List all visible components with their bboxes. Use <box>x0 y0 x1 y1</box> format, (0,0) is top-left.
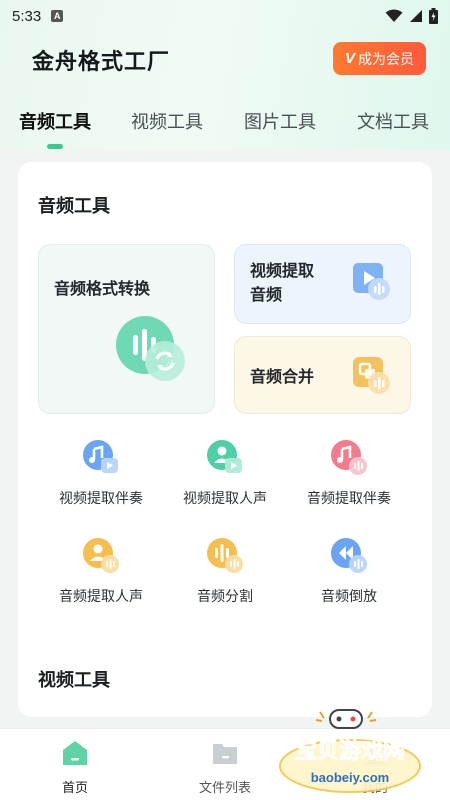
video-vocal-icon <box>207 440 242 473</box>
video-extract-audio-tile[interactable]: 视频提取 音频 <box>234 244 411 324</box>
video-section-title: 视频工具 <box>38 670 110 691</box>
watermark-url: baobeiy.com <box>311 770 390 785</box>
signal-icon <box>410 10 422 22</box>
audio-extract-accompaniment-item[interactable]: 音频提取伴奏 <box>284 438 414 508</box>
audio-section-title: 音频工具 <box>38 196 110 217</box>
become-member-button[interactable]: V 成为会员 <box>333 42 426 75</box>
audio-merge-tile[interactable]: 音频合并 <box>234 336 411 414</box>
audio-merge-label: 音频合并 <box>250 367 315 386</box>
vip-v-icon: V <box>344 50 355 67</box>
video-extract-audio-icon <box>353 263 390 300</box>
video-extract-audio-label-2: 音频 <box>250 285 283 304</box>
audio-split-icon <box>207 538 243 573</box>
video-extract-accompaniment-label: 视频提取伴奏 <box>59 491 143 507</box>
audio-split-label: 音频分割 <box>197 589 253 605</box>
tab-audio-tools[interactable]: 音频工具 <box>19 108 91 134</box>
video-extract-vocal-item[interactable]: 视频提取人声 <box>160 438 290 508</box>
watermark-text: 宝贝游戏网 <box>295 738 405 764</box>
app-title: 金舟格式工厂 <box>32 50 171 75</box>
notification-a-icon: A <box>51 10 64 22</box>
tab-video-tools[interactable]: 视频工具 <box>131 108 203 134</box>
video-extract-audio-label-1: 视频提取 <box>250 261 315 280</box>
audio-convert-icon <box>116 316 185 381</box>
nav-home-label: 首页 <box>61 781 88 796</box>
watermark-logo-icon: 宝贝游戏网 baobeiy.com <box>279 709 421 793</box>
nav-home[interactable]: 首页 <box>25 739 125 796</box>
nav-file-list-label: 文件列表 <box>198 781 251 796</box>
home-icon <box>63 741 87 765</box>
video-extract-accompaniment-item[interactable]: 视频提取伴奏 <box>36 438 166 508</box>
status-time: 5:33 <box>12 7 42 25</box>
folder-icon <box>213 744 237 764</box>
battery-icon <box>429 8 438 24</box>
video-accompaniment-icon <box>83 440 118 473</box>
audio-reverse-item[interactable]: 音频倒放 <box>284 536 414 606</box>
wifi-icon <box>385 9 403 22</box>
audio-format-convert-label: 音频格式转换 <box>54 279 151 298</box>
audio-extract-accompaniment-label: 音频提取伴奏 <box>307 491 391 507</box>
tab-document-tools[interactable]: 文档工具 <box>357 108 429 134</box>
audio-vocal-icon <box>83 538 119 573</box>
tab-image-tools[interactable]: 图片工具 <box>244 108 316 134</box>
audio-accompaniment-icon <box>331 440 367 475</box>
audio-extract-vocal-label: 音频提取人声 <box>59 589 143 605</box>
video-extract-vocal-label: 视频提取人声 <box>183 491 267 507</box>
nav-file-list[interactable]: 文件列表 <box>175 739 275 796</box>
audio-reverse-icon <box>331 538 367 573</box>
status-bar: 5:33 A <box>0 0 450 32</box>
audio-reverse-label: 音频倒放 <box>321 589 377 605</box>
audio-format-convert-tile[interactable]: 音频格式转换 <box>38 244 215 414</box>
audio-split-item[interactable]: 音频分割 <box>160 536 290 606</box>
audio-merge-icon <box>353 357 390 394</box>
tools-card: 音频工具 音频格式转换 视频提取 音频 音频合并 视频提取伴奏 视频提取人声 音… <box>18 162 432 717</box>
site-watermark: 宝贝游戏网 baobeiy.com <box>268 706 428 798</box>
active-tab-indicator <box>47 144 63 149</box>
audio-extract-vocal-item[interactable]: 音频提取人声 <box>36 536 166 606</box>
tool-tabs: 音频工具 视频工具 图片工具 文档工具 <box>0 108 450 148</box>
vip-button-label: 成为会员 <box>358 51 414 68</box>
